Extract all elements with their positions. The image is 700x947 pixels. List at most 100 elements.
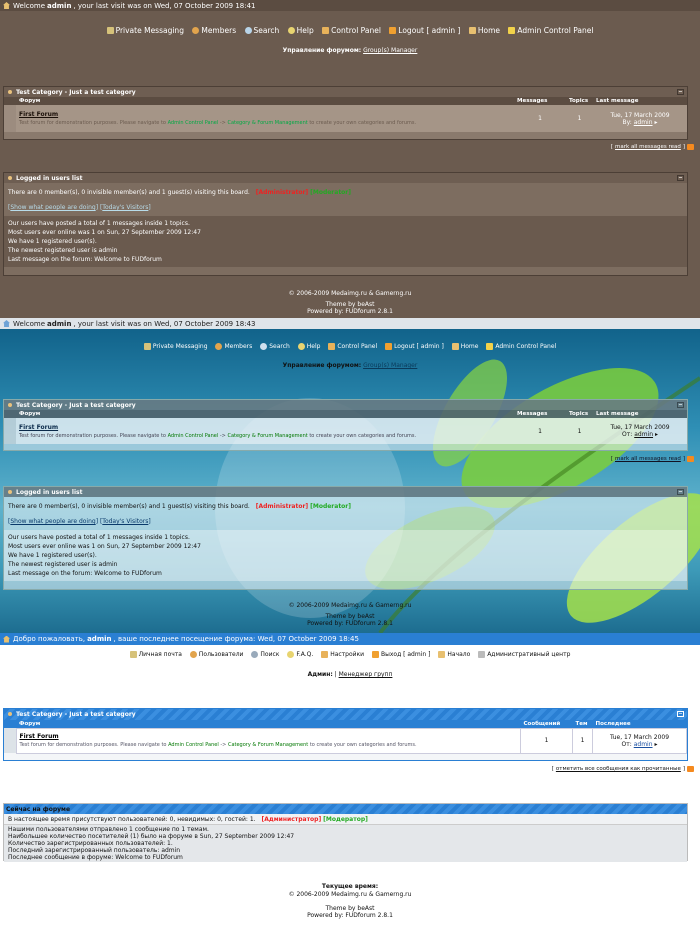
category-icon <box>8 90 12 94</box>
mark-all-read-link[interactable]: отметить все сообщения как прочитанные <box>556 766 681 772</box>
table-row: First Forum Test forum for demonstration… <box>4 418 687 444</box>
forum-link[interactable]: First Forum <box>19 111 514 118</box>
table-row: First Forum Test forum for demonstration… <box>4 105 687 132</box>
nav-home[interactable]: Home <box>468 26 500 35</box>
category-icon <box>8 403 12 407</box>
rss-icon[interactable] <box>687 456 694 462</box>
topic-count: 1 <box>566 105 593 132</box>
online-now-header: Сейчас на форуме <box>4 804 687 814</box>
wrench-icon <box>328 343 336 350</box>
table-row: First Forum Test forum for demonstration… <box>4 727 687 754</box>
nav-search[interactable]: Search <box>260 343 290 350</box>
nav-logout[interactable]: Logout [ admin ] <box>389 26 460 35</box>
nav-private-messaging[interactable]: Private Messaging <box>143 343 208 350</box>
main-nav: Private Messaging Members Search Help Co… <box>0 26 700 36</box>
home-icon <box>3 320 10 327</box>
topic-count: 1 <box>566 418 593 444</box>
todays-visitors-link[interactable]: Today's Visitors <box>102 204 148 211</box>
users-icon <box>8 490 12 494</box>
nav-help[interactable]: Help <box>287 26 314 35</box>
home-icon <box>468 27 476 34</box>
todays-visitors-link[interactable]: Today's Visitors <box>102 518 148 525</box>
group-manager-link[interactable]: Group(s) Manager <box>363 47 417 54</box>
nav-members[interactable]: Members <box>192 26 236 35</box>
nav-logout[interactable]: Logout [ admin ] <box>385 343 444 350</box>
collapse-button[interactable]: − <box>677 402 684 408</box>
nav-members[interactable]: Members <box>215 343 252 350</box>
search-icon <box>260 343 268 350</box>
logout-icon <box>385 343 393 350</box>
admin-line: Админ: | Менеджер групп <box>307 671 393 678</box>
group-manager-link[interactable]: Group(s) Manager <box>363 362 417 369</box>
admin-line: Управление форумом: Group(s) Manager <box>282 47 418 54</box>
last-poster-link[interactable]: admin <box>634 431 653 438</box>
envelope-icon <box>129 651 137 658</box>
nav-faq[interactable]: F.A.Q. <box>287 651 313 658</box>
forum-table: Форум Messages Topics Last message First… <box>4 410 687 444</box>
forum-table: Форум Сообщений Тем Последнее First Foru… <box>4 720 687 754</box>
nav-members[interactable]: Пользователи <box>189 651 243 658</box>
nav-home[interactable]: Начало <box>438 651 470 658</box>
nav-admin-control-panel[interactable]: Admin Control Panel <box>486 343 556 350</box>
logged-users-header: Logged in users list − <box>4 173 687 183</box>
nav-admin-center[interactable]: Административный центр <box>478 651 570 658</box>
nav-control-panel[interactable]: Control Panel <box>322 26 381 35</box>
yahoo-icon <box>508 27 516 34</box>
forum-link[interactable]: First Forum <box>20 733 521 740</box>
welcome-bar: Добро пожаловать, admin , ваше последнее… <box>0 633 700 645</box>
mark-all-read-link[interactable]: mark all messages read <box>615 456 681 462</box>
forum-table: Форум Messages Topics Last message First… <box>4 97 687 132</box>
category-icon <box>8 712 12 716</box>
nav-search[interactable]: Поиск <box>251 651 279 658</box>
last-poster-link[interactable]: admin <box>634 741 653 748</box>
members-icon <box>189 651 197 658</box>
logged-users-header: Logged in users list − <box>4 487 687 497</box>
collapse-button[interactable]: − <box>677 89 684 95</box>
home-icon <box>3 635 10 643</box>
mark-all-read-link[interactable]: mark all messages read <box>615 144 681 150</box>
nav-logout[interactable]: Выход [ admin ] <box>372 651 430 658</box>
forum-link[interactable]: First Forum <box>19 424 514 431</box>
theme-preview-brown: Welcome admin , your last visit was on W… <box>0 0 700 318</box>
nav-help[interactable]: Help <box>297 343 320 350</box>
message-count: 1 <box>520 727 573 754</box>
help-icon <box>287 651 295 658</box>
rss-icon[interactable] <box>687 144 694 150</box>
yahoo-icon <box>486 343 494 350</box>
show-doing-link[interactable]: Show what people are doing <box>10 518 95 525</box>
home-icon <box>3 2 10 9</box>
collapse-button[interactable]: − <box>677 711 684 717</box>
nav-home[interactable]: Home <box>451 343 478 350</box>
mark-read-bar: [ mark all messages read ] <box>611 144 694 150</box>
rss-icon[interactable] <box>687 766 694 772</box>
last-poster-link[interactable]: admin <box>634 119 653 126</box>
collapse-button[interactable]: − <box>677 489 684 495</box>
forum-category-box: Test Category - Just a test category − Ф… <box>3 86 688 140</box>
nav-search[interactable]: Search <box>244 26 279 35</box>
footer: Текущее время: © 2006-2009 Medaimg.ru & … <box>288 883 412 919</box>
members-icon <box>215 343 223 350</box>
logged-users-box: Logged in users list − There are 0 membe… <box>3 486 688 590</box>
nav-private-messaging[interactable]: Личная почта <box>129 651 182 658</box>
show-doing-link[interactable]: Show what people are doing <box>10 204 95 211</box>
welcome-user: admin <box>47 1 72 10</box>
nav-private-messaging[interactable]: Private Messaging <box>106 26 184 35</box>
group-manager-link[interactable]: Менеджер групп <box>339 671 393 678</box>
theme-preview-blue: Добро пожаловать, admin , ваше последнее… <box>0 633 700 947</box>
search-icon <box>251 651 259 658</box>
admin-icon <box>478 651 486 658</box>
home-icon <box>451 343 459 350</box>
nav-settings[interactable]: Настройки <box>321 651 364 658</box>
wrench-icon <box>322 27 330 34</box>
welcome-text: Welcome <box>13 1 46 10</box>
main-nav: Private Messaging Members Search Help Co… <box>0 343 700 352</box>
last-visit-text: , ваше последнее посещение форума: Wed, … <box>113 635 359 643</box>
collapse-button[interactable]: − <box>677 175 684 181</box>
nav-control-panel[interactable]: Control Panel <box>328 343 377 350</box>
nav-admin-control-panel[interactable]: Admin Control Panel <box>508 26 593 35</box>
online-now-box: Сейчас на форуме В настоящее время прису… <box>3 803 688 862</box>
logout-icon <box>372 651 379 658</box>
message-count: 1 <box>514 105 566 132</box>
logged-users-box: Logged in users list − There are 0 membe… <box>3 172 688 276</box>
envelope-icon <box>106 27 114 34</box>
